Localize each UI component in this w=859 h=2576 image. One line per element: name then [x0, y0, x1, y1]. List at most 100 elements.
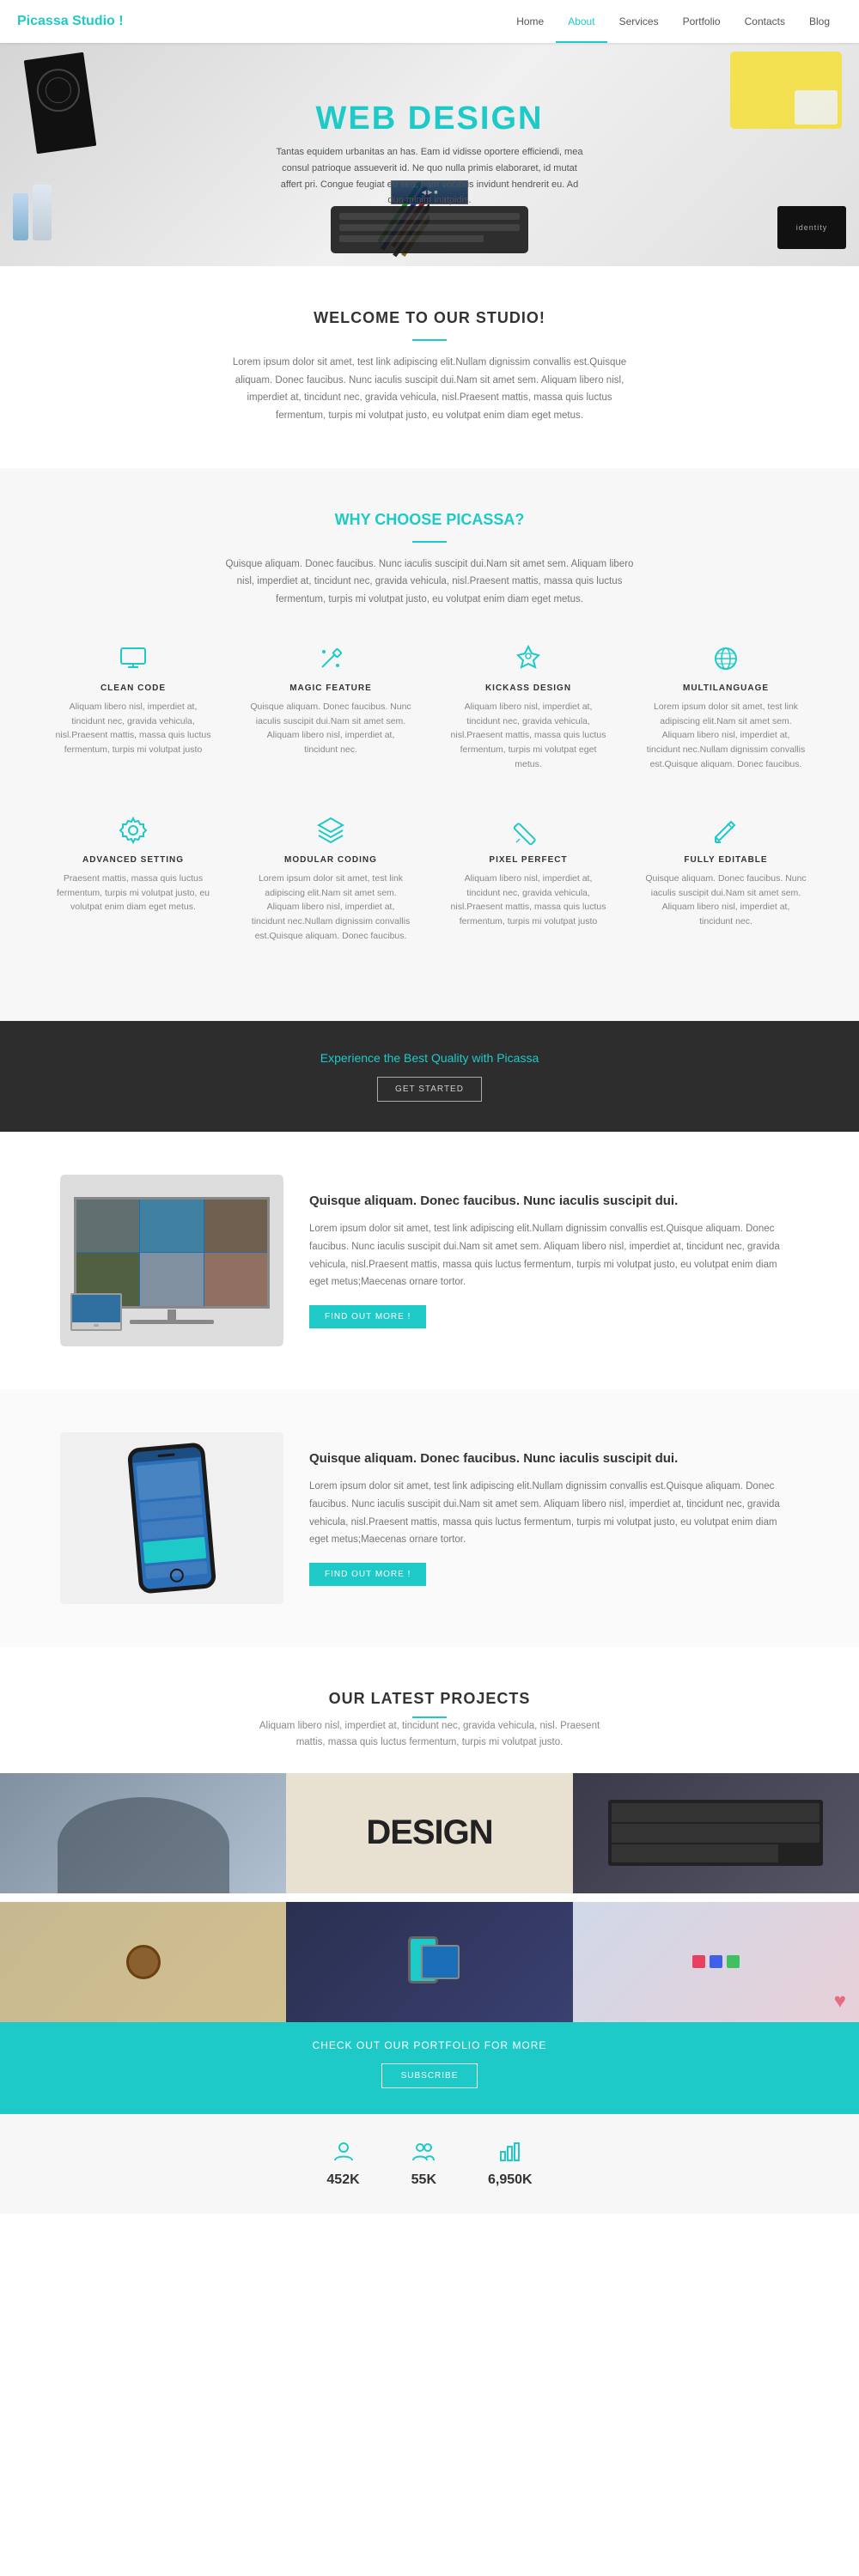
- hero-perfume-2: [33, 185, 52, 240]
- feature-2-visual: [60, 1432, 283, 1604]
- feature-kickass: KICKASS DESIGN Aliquam libero nisl, impe…: [438, 635, 618, 781]
- stat-1: 452K: [326, 2140, 359, 2188]
- portfolio-item-2[interactable]: DESIGN: [286, 1773, 572, 1893]
- welcome-section: WELCOME TO OUR STUDIO! Lorem ipsum dolor…: [0, 266, 859, 468]
- navbar: Picassa Studio ! Home About Services Por…: [0, 0, 859, 43]
- color-swatches: [692, 1955, 740, 1968]
- edit-icon: [710, 815, 741, 846]
- stats-section: 452K 55K 6,950K: [0, 2114, 859, 2214]
- magic-icon: [315, 643, 346, 674]
- coffee-cup: [126, 1945, 161, 1979]
- hero-food: [730, 52, 842, 129]
- secondary-monitor: [70, 1293, 122, 1331]
- nav-item-contacts[interactable]: Contacts: [733, 0, 797, 43]
- gear-icon: [118, 815, 149, 846]
- feature-1-heading: Quisque aliquam. Donec faucibus. Nunc ia…: [309, 1192, 799, 1210]
- welcome-text: Lorem ipsum dolor sit amet, test link ad…: [223, 354, 636, 425]
- portfolio-img-3: [573, 1773, 859, 1893]
- users-icon: [411, 2140, 436, 2164]
- stat-3: 6,950K: [488, 2140, 533, 2188]
- nav-item-blog[interactable]: Blog: [797, 0, 842, 43]
- person-silhouette: [58, 1797, 229, 1893]
- portfolio-section: OUR LATEST PROJECTS Aliquam libero nisl,…: [0, 1647, 859, 2014]
- nav-item-services[interactable]: Services: [607, 0, 671, 43]
- feature-1-text: Quisque aliquam. Donec faucibus. Nunc ia…: [309, 1192, 799, 1328]
- feature-8-title: FULLY EDITABLE: [644, 855, 807, 865]
- portfolio-heading: OUR LATEST PROJECTS: [0, 1690, 859, 1708]
- hero-notebook-seal-inner: [44, 76, 73, 105]
- feature-1-desc: Aliquam libero nisl, imperdiet at, tinci…: [52, 700, 215, 757]
- phone-mockup: [127, 1442, 216, 1594]
- nav-link-services[interactable]: Services: [607, 0, 671, 43]
- feature-section-2: Quisque aliquam. Donec faucibus. Nunc ia…: [43, 1389, 816, 1647]
- brand[interactable]: Picassa Studio !: [17, 14, 124, 29]
- monitor-icon: [118, 643, 149, 674]
- feature-3-title: KICKASS DESIGN: [447, 683, 610, 693]
- welcome-divider: [412, 339, 447, 341]
- feature-2-title: MAGIC FEATURE: [249, 683, 412, 693]
- stat-3-number: 6,950K: [488, 2172, 533, 2188]
- feature-editable: FULLY EDITABLE Quisque aliquam. Donec fa…: [636, 806, 816, 952]
- portfolio-row-1: DESIGN: [0, 1773, 859, 1902]
- globe-icon: [710, 643, 741, 674]
- stat-2-icon: [411, 2140, 436, 2169]
- feature-1-button[interactable]: FIND OUT MORE !: [309, 1305, 426, 1328]
- cta-dark-section: Experience the Best Quality with Picassa…: [0, 1021, 859, 1132]
- nav-link-contacts[interactable]: Contacts: [733, 0, 797, 43]
- feature-2-heading: Quisque aliquam. Donec faucibus. Nunc ia…: [309, 1449, 799, 1467]
- stat-3-icon: [488, 2140, 533, 2169]
- nav-link-blog[interactable]: Blog: [797, 0, 842, 43]
- feature-7-desc: Aliquam libero nisl, imperdiet at, tinci…: [447, 872, 610, 929]
- feature-2-button[interactable]: FIND OUT MORE !: [309, 1563, 426, 1586]
- portfolio-img-1: [0, 1773, 286, 1893]
- feature-3-desc: Aliquam libero nisl, imperdiet at, tinci…: [447, 700, 610, 772]
- portfolio-subtext: Aliquam libero nisl, imperdiet at, tinci…: [258, 1718, 601, 1752]
- why-section: WHY CHOOSE PICASSA? Quisque aliquam. Don…: [0, 468, 859, 1021]
- portfolio-item-1[interactable]: [0, 1773, 286, 1893]
- portfolio-item-3[interactable]: [573, 1773, 859, 1893]
- feature-section-1: Quisque aliquam. Donec faucibus. Nunc ia…: [43, 1132, 816, 1389]
- nav-item-portfolio[interactable]: Portfolio: [671, 0, 733, 43]
- nav-link-about[interactable]: About: [556, 0, 606, 43]
- hero-id-card: identity: [777, 206, 846, 249]
- subscribe-button[interactable]: SUBSCRIBE: [381, 2063, 478, 2088]
- hero-content: WEB DESIGN Tantas equidem urbanitas an h…: [275, 100, 584, 209]
- get-started-button[interactable]: GET STARTED: [377, 1077, 482, 1102]
- nav-link-home[interactable]: Home: [504, 0, 556, 43]
- heart-icon: ♥: [834, 1990, 846, 2014]
- portfolio-img-2: DESIGN: [286, 1773, 572, 1893]
- nav-link-portfolio[interactable]: Portfolio: [671, 0, 733, 43]
- feature-2-desc: Quisque aliquam. Donec faucibus. Nunc ia…: [249, 700, 412, 757]
- feature-clean-code: CLEAN CODE Aliquam libero nisl, imperdie…: [43, 635, 223, 781]
- keyboard-visual: [608, 1800, 823, 1866]
- stat-2: 55K: [411, 2140, 436, 2188]
- feature-4-desc: Lorem ipsum dolor sit amet, test link ad…: [644, 700, 807, 772]
- nav-item-home[interactable]: Home: [504, 0, 556, 43]
- phone-tablet-visual: [408, 1936, 451, 1988]
- nav-menu: Home About Services Portfolio Contacts B…: [504, 0, 842, 43]
- layers-icon: [315, 815, 346, 846]
- hero-notebook: [24, 52, 97, 155]
- stat-2-number: 55K: [411, 2172, 436, 2188]
- hero-plate: [795, 90, 838, 125]
- hero-text: Tantas equidem urbanitas an has. Eam id …: [275, 144, 584, 209]
- feature-6-desc: Lorem ipsum dolor sit amet, test link ad…: [249, 872, 412, 944]
- portfolio-row-2: ♥: [0, 1902, 859, 2014]
- portfolio-item-6[interactable]: ♥: [573, 1902, 859, 2022]
- portfolio-item-4[interactable]: [0, 1902, 286, 2022]
- portfolio-img-6: ♥: [573, 1902, 859, 2022]
- secondary-monitor-base: [72, 1322, 120, 1329]
- feature-6-title: MODULAR CODING: [249, 855, 412, 865]
- rocket-icon: [513, 643, 544, 674]
- hero-perfume-1: [13, 193, 28, 240]
- person-icon: [332, 2140, 356, 2164]
- nav-item-about[interactable]: About: [556, 0, 606, 43]
- portfolio-img-4: [0, 1902, 286, 2022]
- feature-5-title: ADVANCED SETTING: [52, 855, 215, 865]
- portfolio-item-5[interactable]: [286, 1902, 572, 2022]
- subscribe-section: CHECK OUT OUR PORTFOLIO FOR MORE SUBSCRI…: [0, 2014, 859, 2114]
- feature-2-text: Quisque aliquam. Donec faucibus. Nunc ia…: [309, 1449, 799, 1586]
- feature-7-title: PIXEL PERFECT: [447, 855, 610, 865]
- pencil-icon: [513, 815, 544, 846]
- features-grid-2: ADVANCED SETTING Praesent mattis, massa …: [43, 806, 816, 952]
